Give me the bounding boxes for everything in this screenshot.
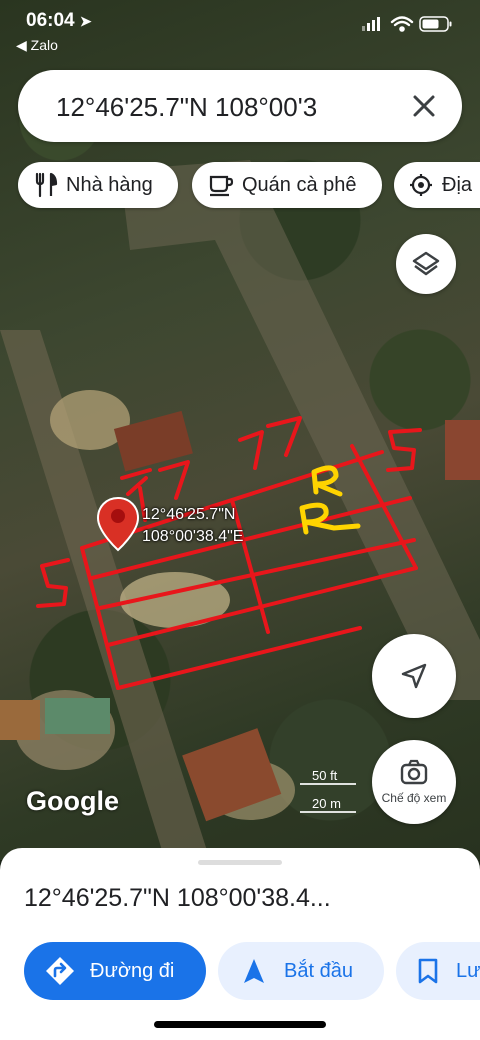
time-text: 06:04 [26,10,75,31]
wifi-icon [390,16,414,32]
start-button[interactable]: Bắt đầu [218,942,384,1000]
navigation-start-icon [244,959,264,983]
save-button[interactable]: Lưu [396,942,480,1000]
place-bottom-sheet[interactable]: 12°46'25.7"N 108°00'38.4... Đường đi Bắt… [0,848,480,1040]
chip-restaurant[interactable]: Nhà hàng [18,162,178,208]
google-logo: Google [26,786,119,816]
back-to-app-link[interactable]: ◀ Zalo [16,37,58,54]
signal-icon [362,17,380,31]
battery-icon [419,16,452,32]
save-label: Lưu [456,959,480,982]
layers-button[interactable] [396,234,456,294]
chip-coffee[interactable]: Quán cà phê [192,162,382,208]
chip-label: Quán cà phê [242,173,357,196]
location-pin-icon[interactable] [96,496,140,552]
pin-label-lng: 108°00'38.4"E [142,528,244,545]
status-time: 06:04 ➤ [26,10,92,32]
status-bar: 06:04 ➤ ◀ Zalo [0,0,480,60]
pin-coordinate-label: 12°46'25.7"N 108°00'38.4"E [142,504,243,548]
chip-label: Địa [442,173,473,196]
directions-icon [46,957,74,985]
pin-label-lat: 12°46'25.7"N [142,506,236,523]
bookmark-icon [418,958,438,984]
directions-label: Đường đi [90,959,175,982]
coffee-icon [209,175,234,197]
chip-attraction[interactable]: Địa [394,162,480,208]
sheet-drag-handle[interactable] [198,860,282,865]
chip-label: Nhà hàng [66,173,153,196]
home-indicator [154,1021,326,1028]
view-mode-button[interactable]: Chế độ xem [372,740,456,824]
location-arrow-icon: ➤ [79,13,92,29]
scale-bottom-label: 20 m [312,796,341,811]
restaurant-icon [35,172,58,198]
my-location-button[interactable] [372,634,456,718]
scale-top-label: 50 ft [312,768,338,783]
attraction-icon [410,174,432,196]
place-title: 12°46'25.7"N 108°00'38.4... [24,884,331,912]
start-label: Bắt đầu [284,959,353,982]
status-icons [360,14,460,39]
view-mode-label: Chế độ xem [381,791,447,805]
directions-button[interactable]: Đường đi [24,942,206,1000]
layers-icon [412,251,440,276]
camera-icon [400,759,428,785]
navigation-arrow-icon [401,663,427,689]
search-input[interactable] [54,86,358,128]
close-icon[interactable] [406,88,442,124]
search-bar[interactable] [18,70,462,142]
